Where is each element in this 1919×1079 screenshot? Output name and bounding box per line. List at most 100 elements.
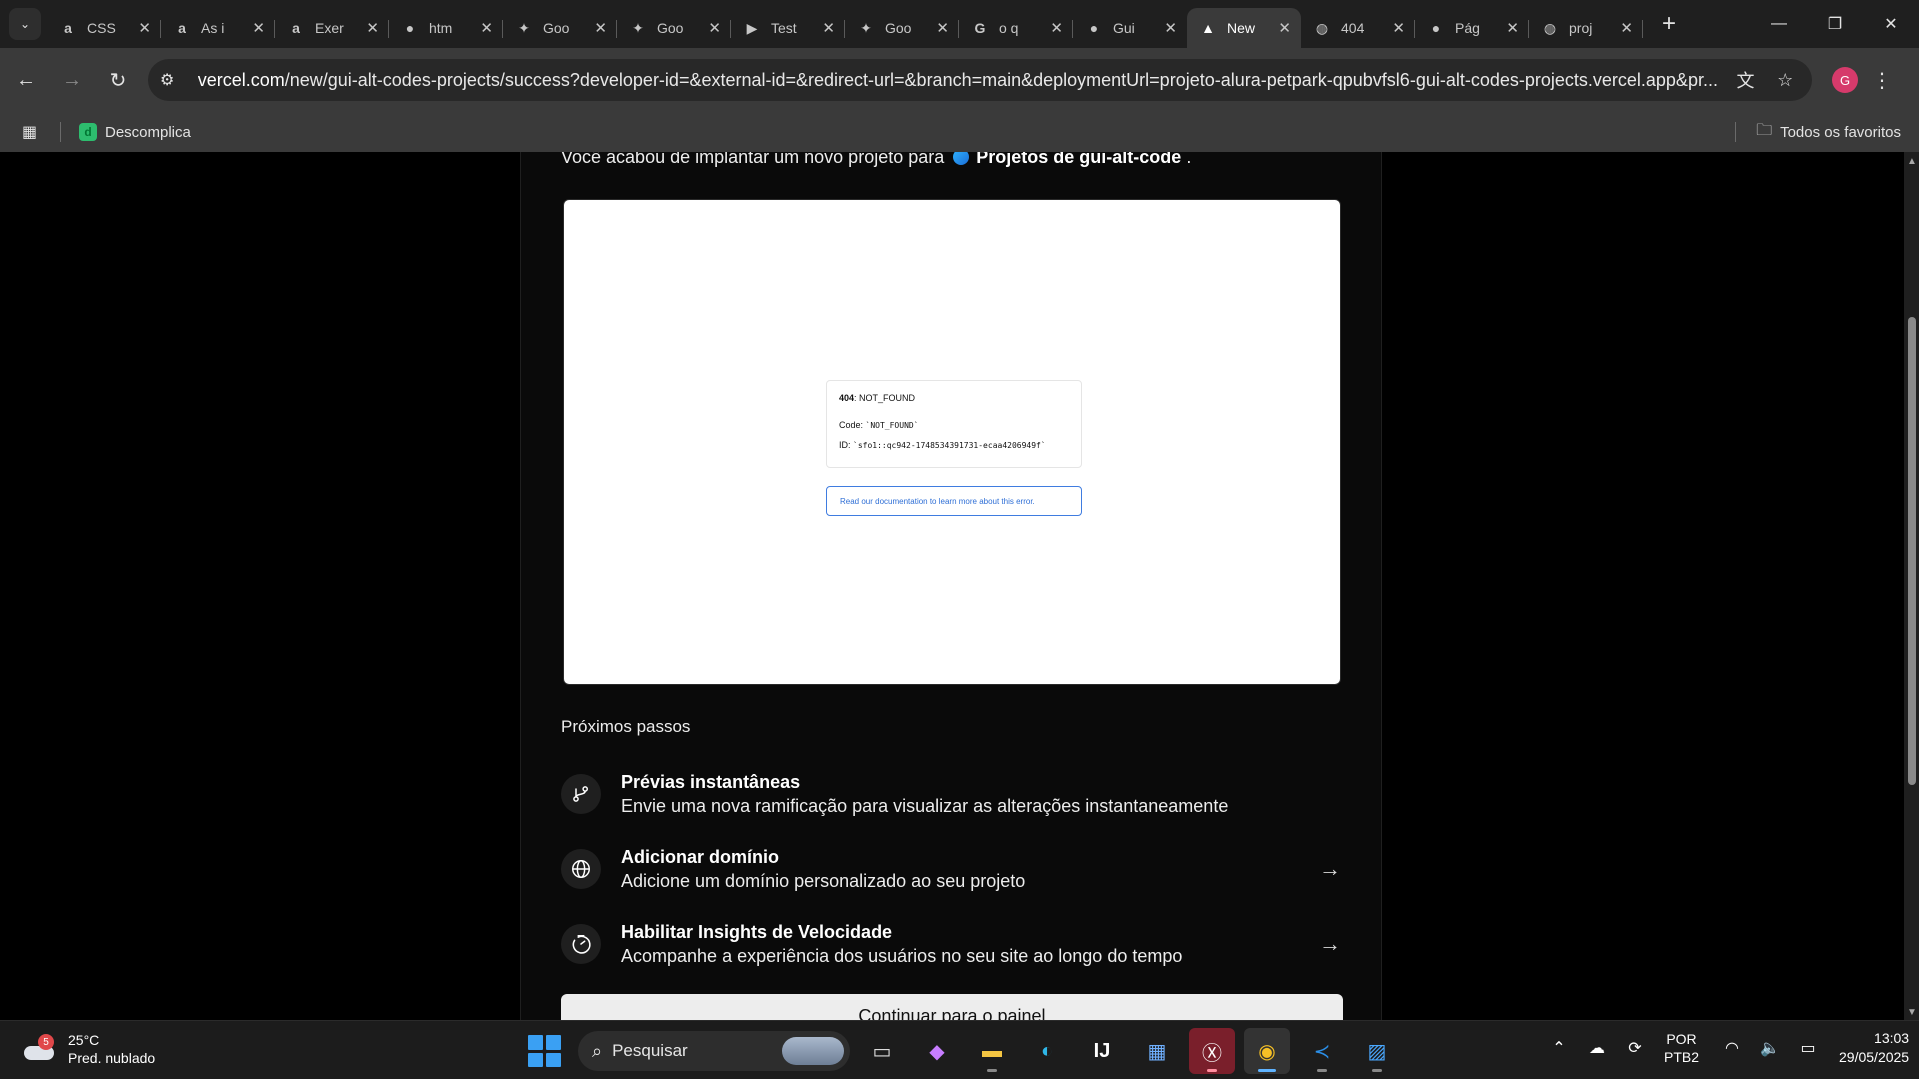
tab-title: proj: [1569, 20, 1593, 36]
close-tab-icon[interactable]: ✕: [822, 19, 835, 37]
next-steps-title: Próximos passos: [561, 717, 691, 736]
star-icon[interactable]: ☆: [1770, 70, 1800, 91]
close-tab-icon[interactable]: ✕: [1164, 19, 1177, 37]
taskbar-search[interactable]: ⌕ Pesquisar: [578, 1031, 850, 1071]
browser-tab[interactable]: ● Pág ✕: [1415, 8, 1529, 48]
microsoft-store-icon[interactable]: ▦: [1134, 1028, 1180, 1074]
browser-tab[interactable]: ◍ 404 ✕: [1301, 8, 1415, 48]
xbox-icon[interactable]: Ⓧ: [1189, 1028, 1235, 1074]
chevron-down-icon: ⌄: [19, 17, 31, 31]
close-tab-icon[interactable]: ✕: [366, 19, 379, 37]
reload-button[interactable]: ↻: [98, 60, 138, 100]
browser-tab[interactable]: ▶ Test ✕: [731, 8, 845, 48]
task-view-icon[interactable]: ▭: [859, 1028, 905, 1074]
back-button[interactable]: ←: [6, 60, 46, 100]
apps-grid-icon[interactable]: ▦: [22, 122, 42, 142]
site-settings-icon[interactable]: ⚙: [160, 70, 186, 90]
step-add-domain[interactable]: Adicionar domínio Adicione um domínio pe…: [561, 839, 1341, 899]
browser-tab[interactable]: a As i ✕: [161, 8, 275, 48]
globe-icon: [561, 849, 601, 889]
wifi-icon[interactable]: ◠: [1713, 1038, 1751, 1058]
close-tab-icon[interactable]: ✕: [1050, 19, 1063, 37]
all-bookmarks-button[interactable]: 🗀 Todos os favoritos: [1756, 119, 1901, 146]
close-tab-icon[interactable]: ✕: [1278, 19, 1291, 37]
close-tab-icon[interactable]: ✕: [1506, 19, 1519, 37]
system-tray: ⌃ ☁ ⟳ POR PTB2 ◠ 🔈 ▭ 13:03 29/05/2025: [1540, 1029, 1909, 1067]
team-name-link[interactable]: Projetos de gui-alt-code: [976, 152, 1181, 167]
step-title: Habilitar Insights de Velocidade: [621, 922, 893, 942]
close-tab-icon[interactable]: ✕: [1620, 19, 1633, 37]
close-tab-icon[interactable]: ✕: [252, 19, 265, 37]
scroll-up-icon[interactable]: ▲: [1907, 156, 1917, 167]
github-icon: ●: [405, 20, 415, 36]
clock[interactable]: 13:03 29/05/2025: [1839, 1029, 1909, 1067]
chevron-up-icon[interactable]: ⌃: [1540, 1038, 1578, 1058]
browser-tab[interactable]: ◍ proj ✕: [1529, 8, 1643, 48]
photos-icon[interactable]: ▨: [1354, 1028, 1400, 1074]
weather-description: Pred. nublado: [68, 1050, 156, 1066]
tab-title: Goo: [543, 20, 570, 36]
documentation-link[interactable]: Read our documentation to learn more abo…: [826, 486, 1082, 516]
error-heading: 404: NOT_FOUND: [839, 393, 1069, 403]
clock-time: 13:03: [1874, 1030, 1910, 1046]
battery-icon[interactable]: ▭: [1789, 1038, 1827, 1058]
url-text[interactable]: vercel.com/new/gui-alt-codes-projects/su…: [198, 70, 1721, 91]
chrome-icon[interactable]: ◉: [1244, 1028, 1290, 1074]
close-icon: ✕: [1884, 16, 1898, 33]
browser-tab[interactable]: a Exer ✕: [275, 8, 389, 48]
forward-button[interactable]: →: [52, 60, 92, 100]
search-placeholder: Pesquisar: [612, 1041, 688, 1060]
copilot-icon[interactable]: ◆: [914, 1028, 960, 1074]
page-scrollbar[interactable]: ▲ ▼: [1904, 152, 1919, 1020]
browser-tab[interactable]: ▲ New ✕: [1187, 8, 1301, 48]
file-explorer-icon[interactable]: ▬: [969, 1028, 1015, 1074]
close-tab-icon[interactable]: ✕: [708, 19, 721, 37]
bookmark-separator: [60, 122, 61, 142]
alura-icon: a: [178, 20, 186, 36]
sync-icon[interactable]: ⟳: [1616, 1038, 1654, 1058]
tab-title: 404: [1341, 20, 1365, 36]
address-bar[interactable]: ⚙ vercel.com/new/gui-alt-codes-projects/…: [148, 59, 1812, 101]
profile-avatar[interactable]: G: [1832, 67, 1858, 93]
browser-tab[interactable]: ● Gui ✕: [1073, 8, 1187, 48]
volume-icon[interactable]: 🔈: [1751, 1038, 1789, 1058]
restore-button[interactable]: ❐: [1807, 0, 1863, 48]
globe-icon: ◍: [1543, 19, 1557, 36]
onedrive-icon[interactable]: ☁: [1578, 1038, 1616, 1058]
browser-tab[interactable]: Go q ✕: [959, 8, 1073, 48]
new-tab-button[interactable]: +: [1651, 6, 1687, 42]
weather-widget[interactable]: 5 25°C Pred. nublado: [22, 1031, 155, 1067]
language-code: POR: [1666, 1031, 1697, 1047]
language-indicator[interactable]: POR PTB2: [1664, 1030, 1699, 1066]
menu-button[interactable]: ⋮: [1864, 68, 1900, 93]
scroll-down-icon[interactable]: ▼: [1907, 1007, 1917, 1018]
windows-start-icon[interactable]: [526, 1033, 562, 1069]
close-window-button[interactable]: ✕: [1863, 0, 1919, 48]
browser-tab[interactable]: ✦ Goo ✕: [617, 8, 731, 48]
scrollbar-thumb[interactable]: [1908, 317, 1916, 785]
temperature: 25°C: [68, 1032, 100, 1048]
translate-icon[interactable]: 文: [1731, 67, 1761, 93]
intellij-icon[interactable]: IJ: [1079, 1028, 1125, 1074]
bookmark-descomplica[interactable]: d Descomplica: [79, 123, 191, 141]
gemini-icon: ✦: [518, 19, 530, 36]
close-tab-icon[interactable]: ✕: [138, 19, 151, 37]
deployment-preview[interactable]: 404: NOT_FOUND Code: `NOT_FOUND` ID: `sf…: [563, 199, 1341, 685]
tab-search-button[interactable]: ⌄: [9, 8, 41, 40]
close-tab-icon[interactable]: ✕: [480, 19, 493, 37]
close-tab-icon[interactable]: ✕: [1392, 19, 1405, 37]
browser-tab[interactable]: ✦ Goo ✕: [503, 8, 617, 48]
close-tab-icon[interactable]: ✕: [936, 19, 949, 37]
more-vert-icon: ⋮: [1872, 69, 1892, 92]
vscode-icon[interactable]: ≺: [1299, 1028, 1345, 1074]
browser-tab[interactable]: a CSS ✕: [47, 8, 161, 48]
step-instant-previews[interactable]: Prévias instantâneas Envie uma nova rami…: [561, 764, 1341, 824]
close-tab-icon[interactable]: ✕: [594, 19, 607, 37]
team-avatar-icon: [953, 152, 970, 165]
browser-tab[interactable]: ● htm ✕: [389, 8, 503, 48]
edge-icon[interactable]: ◐: [1024, 1028, 1070, 1074]
minimize-button[interactable]: —: [1751, 0, 1807, 48]
continue-to-dashboard-button[interactable]: Continuar para o painel: [561, 994, 1343, 1020]
step-speed-insights[interactable]: Habilitar Insights de Velocidade Acompan…: [561, 914, 1341, 974]
browser-tab[interactable]: ✦ Goo ✕: [845, 8, 959, 48]
